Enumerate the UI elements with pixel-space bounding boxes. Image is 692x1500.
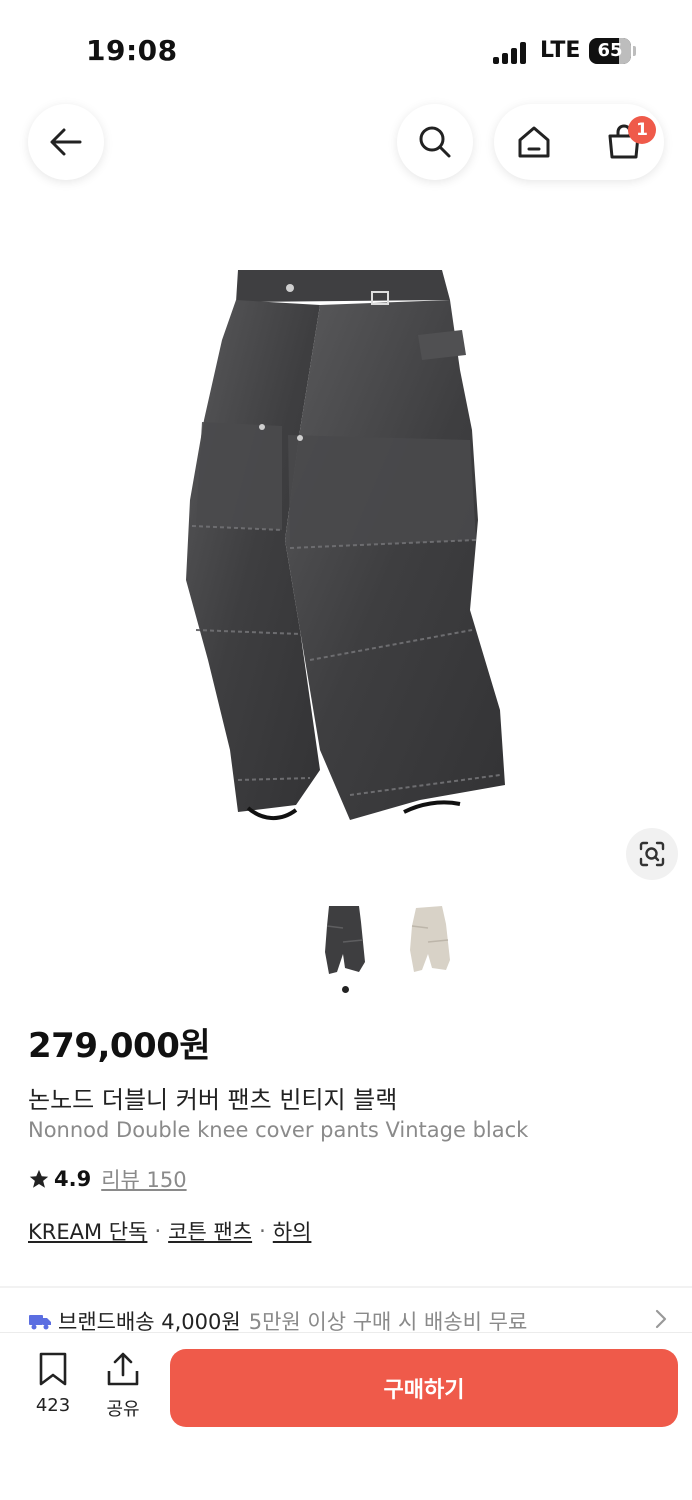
gallery-page-indicator (342, 986, 349, 993)
breadcrumb-separator: · (259, 1219, 266, 1243)
product-name-korean: 논노드 더블니 커버 팬츠 빈티지 블랙 (28, 1086, 398, 1114)
category-breadcrumb: KREAM 단독 · 코튼 팬츠 · 하의 (28, 1216, 311, 1246)
visual-search-button[interactable] (626, 828, 678, 880)
bookmark-button[interactable]: 423 (30, 1351, 76, 1416)
truck-icon (29, 1315, 51, 1330)
battery-icon: 65 (589, 38, 631, 64)
category-link-cotton-pants[interactable]: 코튼 팬츠 (168, 1216, 252, 1246)
chevron-right-icon (655, 1309, 667, 1329)
network-label: LTE (540, 38, 581, 63)
buy-button[interactable]: 구매하기 (170, 1349, 678, 1427)
category-link-bottoms[interactable]: 하의 (273, 1216, 312, 1246)
home-cart-group: 1 (494, 104, 664, 180)
visual-search-icon (639, 841, 665, 867)
signal-icon (493, 42, 529, 64)
star-icon (29, 1169, 49, 1188)
status-time: 19:08 (86, 34, 178, 67)
rating-row: 4.9 리뷰 150 (28, 1164, 187, 1194)
thumbnail-beige[interactable] (408, 902, 452, 978)
home-icon (518, 126, 550, 158)
arrow-left-icon (50, 128, 82, 156)
product-price: 279,000원 (28, 1026, 211, 1066)
share-label: 공유 (106, 1399, 140, 1420)
status-bar: 19:08 LTE 65 (0, 0, 692, 100)
category-link-exclusive[interactable]: KREAM 단독 (28, 1216, 147, 1246)
section-divider (0, 1286, 692, 1288)
share-button[interactable]: 공유 (100, 1351, 146, 1421)
search-icon (419, 126, 451, 158)
product-image[interactable] (0, 230, 692, 870)
review-link[interactable]: 리뷰 150 (101, 1164, 186, 1194)
cart-count-badge: 1 (628, 116, 656, 144)
home-button[interactable] (496, 104, 572, 180)
bookmark-icon (39, 1352, 67, 1386)
cart-button[interactable] (586, 104, 662, 180)
back-button[interactable] (28, 104, 104, 180)
rating-score: 4.9 (54, 1167, 92, 1191)
bottom-action-bar: 423 공유 구매하기 (0, 1332, 692, 1500)
battery-level: 65 (597, 40, 623, 61)
share-icon (107, 1352, 139, 1386)
battery-cap (633, 46, 636, 56)
breadcrumb-separator: · (154, 1219, 162, 1243)
bookmark-count: 423 (35, 1395, 71, 1416)
thumbnail-black[interactable] (323, 902, 367, 978)
product-name-english: Nonnod Double knee cover pants Vintage b… (28, 1118, 529, 1142)
search-button[interactable] (397, 104, 473, 180)
